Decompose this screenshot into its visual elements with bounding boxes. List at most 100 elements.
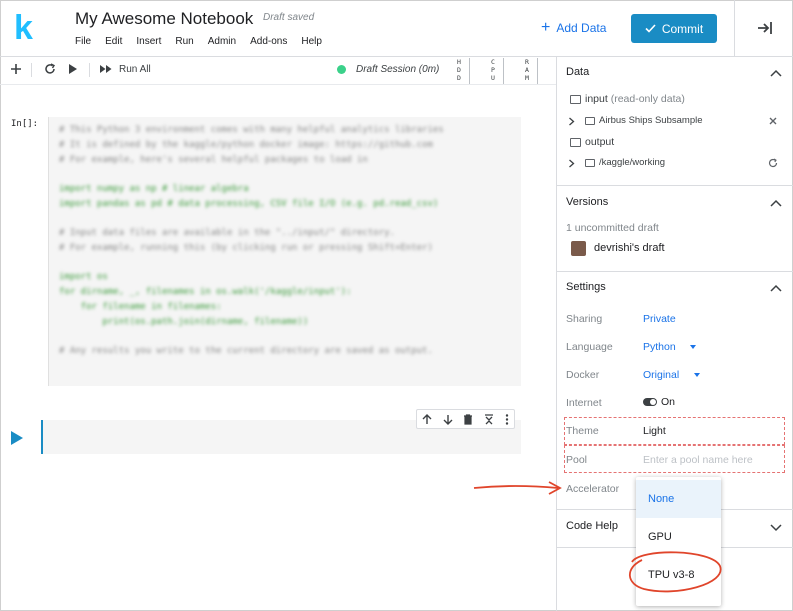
code-line: import numpy as np # linear algebra <box>59 184 249 194</box>
folder-icon <box>585 117 595 125</box>
code-line: import pandas as pd # data processing, C… <box>59 199 439 209</box>
header-divider <box>734 0 735 57</box>
docker-select[interactable]: Original <box>643 369 679 381</box>
ram-meter: RAM <box>522 58 532 82</box>
accelerator-option-tpu[interactable]: TPU v3-8 <box>636 556 721 594</box>
collapse-cell-icon[interactable] <box>484 413 494 425</box>
folder-icon <box>570 138 581 147</box>
cpu-meter: CPU <box>488 58 498 82</box>
internet-label: Internet <box>566 397 602 409</box>
app-header: k My Awesome Notebook Draft saved File E… <box>0 0 793 57</box>
move-up-icon[interactable] <box>422 413 432 425</box>
delete-icon[interactable] <box>463 413 473 425</box>
check-icon <box>645 24 656 33</box>
input-folder-note: (read-only data) <box>610 93 685 105</box>
menu-insert[interactable]: Insert <box>136 36 161 47</box>
more-options-icon[interactable] <box>505 413 509 425</box>
remove-dataset-icon[interactable] <box>769 117 777 125</box>
internet-value: On <box>661 396 676 408</box>
output-folder[interactable]: output <box>585 136 614 148</box>
chevron-up-icon[interactable] <box>770 68 782 78</box>
session-status[interactable]: Draft Session (0m) <box>356 64 439 75</box>
code-line: # For example, here's several helpful pa… <box>59 155 368 165</box>
accelerator-dropdown: None GPU TPU v3-8 <box>636 477 721 606</box>
commit-label: Commit <box>661 21 704 36</box>
session-status-indicator <box>337 65 346 74</box>
meter-bar <box>503 58 504 84</box>
working-directory[interactable]: /kaggle/working <box>599 157 665 168</box>
cell-prompt: In[]: <box>11 119 39 129</box>
chevron-right-icon[interactable] <box>568 159 575 168</box>
plus-icon: + <box>541 19 551 36</box>
code-line: # This Python 3 environment comes with m… <box>59 125 444 135</box>
code-line: for dirname, _, filenames in os.walk('/k… <box>59 287 352 297</box>
code-cell[interactable]: # This Python 3 environment comes with m… <box>48 117 521 386</box>
run-all-icon[interactable] <box>98 61 114 77</box>
docker-label: Docker <box>566 369 600 381</box>
folder-icon <box>570 95 581 104</box>
input-folder[interactable]: input (read-only data) <box>585 93 685 105</box>
commit-button[interactable]: Commit <box>631 14 717 43</box>
dataset-airbus-ships[interactable]: Airbus Ships Subsample <box>599 115 703 126</box>
code-line: print(os.path.join(dirname, filename)) <box>59 317 309 327</box>
accelerator-option-gpu[interactable]: GPU <box>636 518 721 556</box>
language-select[interactable]: Python <box>643 341 676 353</box>
cpu-label: CPU <box>491 58 495 82</box>
move-down-icon[interactable] <box>443 414 453 425</box>
run-all-button[interactable]: Run All <box>119 64 151 75</box>
data-section-heading[interactable]: Data <box>566 66 589 78</box>
pool-input[interactable]: Enter a pool name here <box>643 454 753 466</box>
draft-status: Draft saved <box>263 12 315 23</box>
menu-file[interactable]: File <box>75 36 91 47</box>
caret-down-icon[interactable] <box>694 373 700 377</box>
code-help-section-heading[interactable]: Code Help <box>566 520 618 532</box>
section-divider <box>557 271 793 272</box>
meter-bar <box>537 58 538 84</box>
folder-icon <box>585 159 595 167</box>
kaggle-logo[interactable]: k <box>14 10 44 46</box>
input-folder-label: input <box>585 93 608 105</box>
code-line: import os <box>59 272 108 282</box>
draft-version[interactable]: devrishi's draft <box>594 242 665 254</box>
menu-edit[interactable]: Edit <box>105 36 122 47</box>
caret-down-icon[interactable] <box>690 345 696 349</box>
add-cell-icon[interactable] <box>8 61 24 77</box>
menu-admin[interactable]: Admin <box>208 36 236 47</box>
chevron-down-icon[interactable] <box>770 522 782 532</box>
menu-add-ons[interactable]: Add-ons <box>250 36 287 47</box>
sharing-label: Sharing <box>566 313 603 325</box>
code-line: for filename in filenames: <box>59 302 222 312</box>
code-line: # Any results you write to the current d… <box>59 346 433 356</box>
collapse-panel-icon[interactable] <box>755 18 775 38</box>
ram-label: RAM <box>525 58 529 82</box>
section-divider <box>557 185 793 186</box>
add-data-button[interactable]: + Add Data <box>541 19 607 36</box>
run-cell-icon[interactable] <box>65 61 81 77</box>
settings-section-heading[interactable]: Settings <box>566 281 606 293</box>
versions-section-heading[interactable]: Versions <box>566 196 608 208</box>
internet-toggle[interactable] <box>643 398 657 406</box>
refresh-icon[interactable] <box>42 61 58 77</box>
chevron-up-icon[interactable] <box>770 283 782 293</box>
chevron-right-icon[interactable] <box>568 117 575 126</box>
toolbar-divider <box>31 63 32 77</box>
toolbar-divider <box>89 63 90 77</box>
menu-help[interactable]: Help <box>301 36 322 47</box>
run-cell-button-icon[interactable] <box>10 430 24 446</box>
code-line: # Input data files are available in the … <box>59 228 395 238</box>
chevron-up-icon[interactable] <box>770 198 782 208</box>
add-data-label: Add Data <box>556 21 607 35</box>
sharing-select[interactable]: Private <box>643 313 676 325</box>
accelerator-option-none[interactable]: None <box>636 480 721 518</box>
uncommitted-draft-count: 1 uncommitted draft <box>566 222 659 234</box>
refresh-icon[interactable] <box>768 158 778 168</box>
notebook-title[interactable]: My Awesome Notebook <box>75 9 253 29</box>
hdd-meter: HDD <box>454 58 464 82</box>
menu-run[interactable]: Run <box>175 36 193 47</box>
theme-select[interactable]: Light <box>643 425 666 437</box>
notebook-toolbar <box>0 57 556 85</box>
